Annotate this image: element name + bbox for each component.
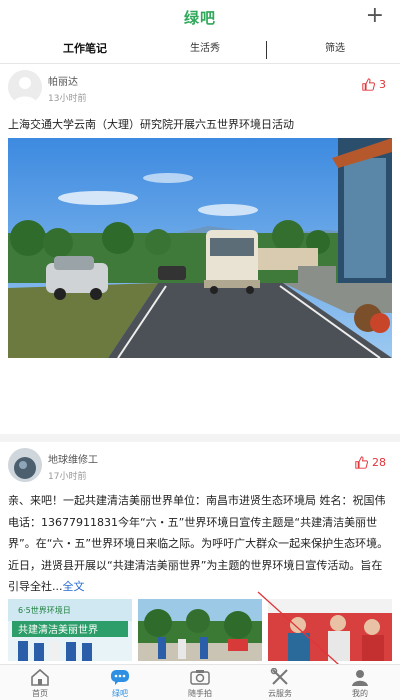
post-card[interactable]: 地球维修工 17小时前 28 亲、来吧！一起共建清洁美丽世界单位：南昌市进贤生态…: [0, 442, 400, 664]
outdoor-event-image: [138, 599, 262, 661]
nav-home-label: 首页: [32, 689, 48, 698]
tools-icon: [270, 668, 288, 685]
chat-bubble-icon: [111, 670, 129, 685]
like-count: 3: [379, 78, 386, 91]
tab-life-show[interactable]: 生活秀: [160, 36, 250, 64]
camera-icon: [190, 670, 210, 685]
post-card[interactable]: 帕丽达 13小时前 3 上海交通大学云南（大理）研究院开展六五世界环境日活动: [0, 64, 400, 434]
nav-home[interactable]: 首页: [0, 665, 80, 700]
add-post-button[interactable]: +: [366, 3, 384, 29]
tab-filter[interactable]: 筛选: [290, 36, 380, 64]
post-time: 13小时前: [48, 94, 87, 104]
like-button[interactable]: 3: [362, 78, 386, 91]
tab-divider: [266, 41, 267, 59]
bottom-nav: 首页 绿吧 随手拍 云服务 我的: [0, 664, 400, 700]
tab-bar: 工作笔记 生活秀 筛选: [0, 36, 400, 64]
user-avatar-image: [8, 448, 42, 482]
post-text[interactable]: 上海交通大学云南（大理）研究院开展六五世界环境日活动: [8, 116, 392, 132]
banner-subtitle-text: 6·5世界环境日: [18, 605, 71, 615]
banner-title-text: 共建清洁美丽世界: [18, 623, 98, 636]
user-icon: [352, 670, 368, 686]
top-bar: 绿吧 +: [0, 0, 400, 36]
post-thumbnail[interactable]: [268, 599, 392, 661]
post-body: 亲、来吧！一起共建清洁美丽世界单位：南昌市进贤生态环境局 姓名：祝国伟 电话：1…: [8, 494, 389, 593]
post-username[interactable]: 帕丽达: [48, 73, 78, 88]
tab-work-notes[interactable]: 工作笔记: [40, 36, 130, 64]
read-more-link[interactable]: 全文: [63, 580, 85, 593]
post-text[interactable]: 亲、来吧！一起共建清洁美丽世界单位：南昌市进贤生态环境局 姓名：祝国伟 电话：1…: [8, 490, 392, 598]
avatar[interactable]: [8, 70, 42, 104]
nav-lvba-label: 绿吧: [112, 689, 128, 698]
post-username[interactable]: 地球维修工: [48, 451, 98, 466]
post-thumbnails: 6·5世界环境日 共建清洁美丽世界: [8, 599, 392, 661]
avatar[interactable]: [8, 448, 42, 482]
nav-lvba[interactable]: 绿吧: [80, 665, 160, 700]
post-separator: [0, 434, 400, 442]
campus-photo-image: [8, 138, 392, 358]
page-title: 绿吧: [183, 9, 216, 27]
home-icon: [31, 668, 49, 686]
post-thumbnail[interactable]: 6·5世界环境日 共建清洁美丽世界: [8, 599, 132, 661]
nav-cloud-service[interactable]: 云服务: [240, 665, 320, 700]
like-count: 28: [372, 456, 386, 469]
post-time: 17小时前: [48, 472, 87, 482]
booth-event-image: [268, 599, 392, 661]
thumbs-up-icon: [355, 456, 368, 469]
nav-snapshot-label: 随手拍: [188, 689, 212, 698]
nav-snapshot[interactable]: 随手拍: [160, 665, 240, 700]
nav-cloud-service-label: 云服务: [268, 689, 292, 698]
thumbs-up-icon: [362, 78, 375, 91]
like-button[interactable]: 28: [355, 456, 386, 469]
event-banner-image: 6·5世界环境日 共建清洁美丽世界: [8, 599, 132, 661]
post-thumbnail[interactable]: [138, 599, 262, 661]
default-avatar-icon: [8, 70, 42, 104]
nav-mine[interactable]: 我的: [320, 665, 400, 700]
post-photo[interactable]: [8, 138, 392, 358]
nav-mine-label: 我的: [352, 689, 368, 698]
